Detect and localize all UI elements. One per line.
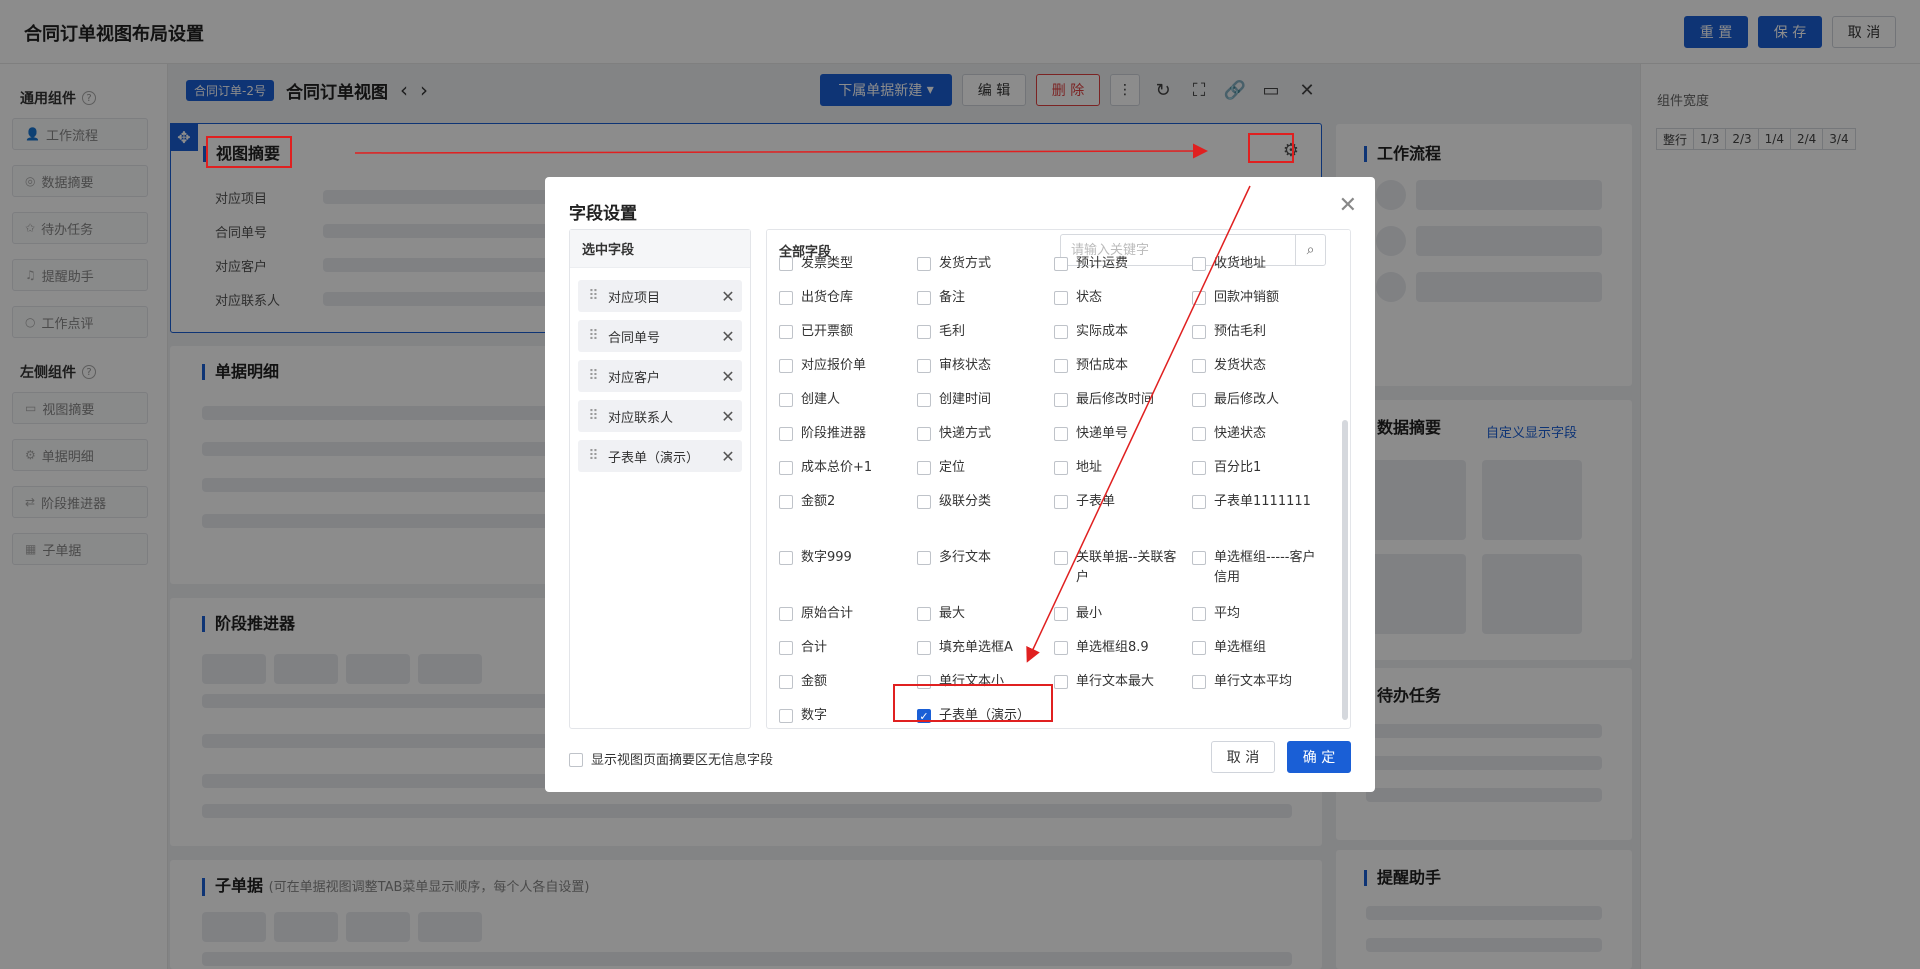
annotation-arrow xyxy=(354,143,1208,159)
annotation-arrow xyxy=(1026,185,1251,663)
annotation-arrows xyxy=(354,143,1251,663)
